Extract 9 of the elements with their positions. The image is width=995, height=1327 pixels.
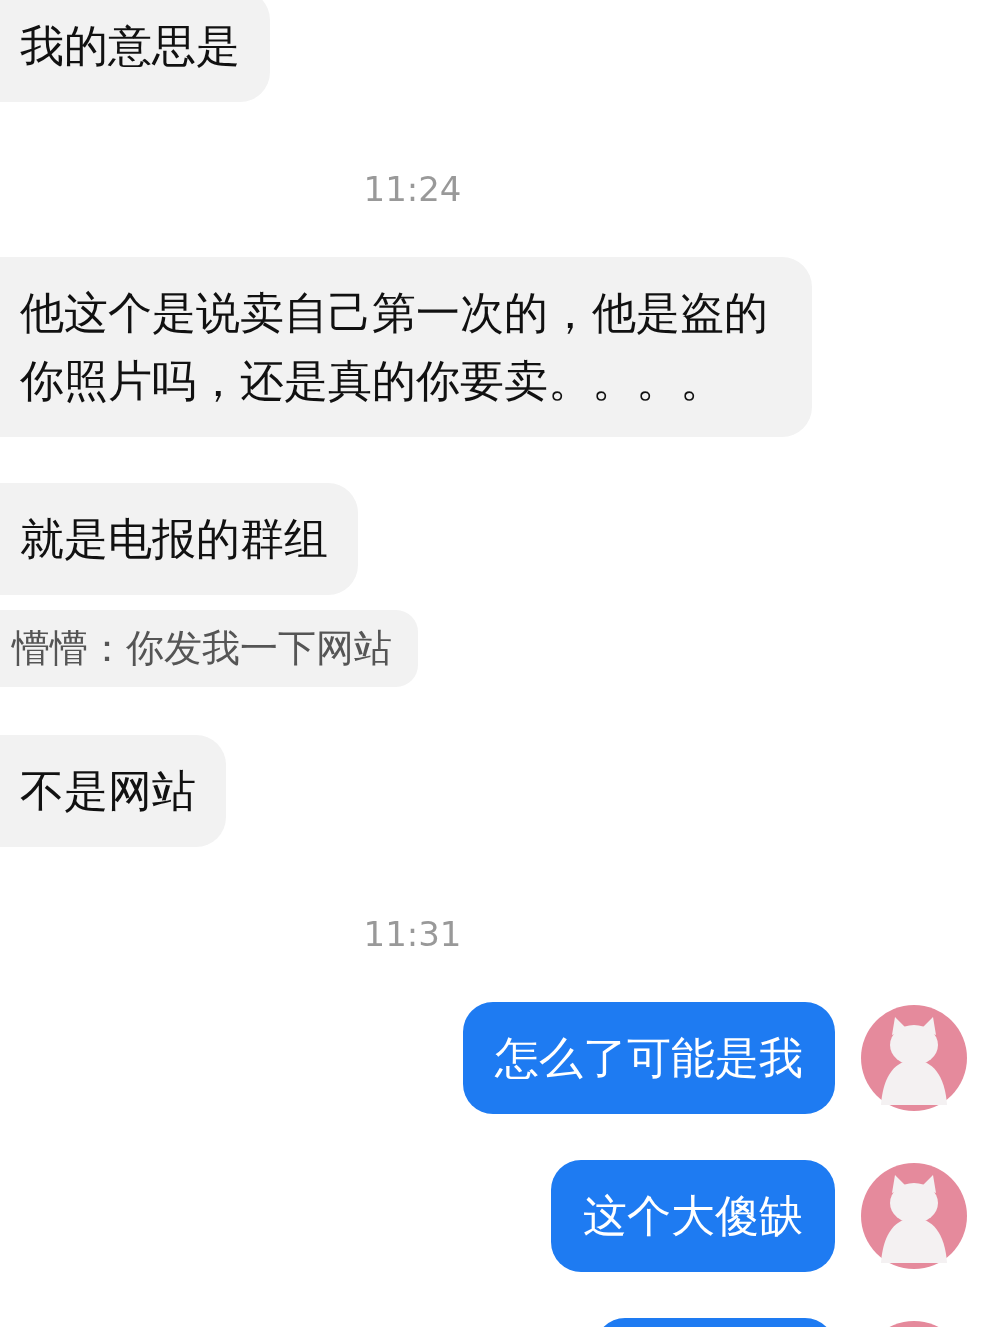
message-bubble: 我的意思是 bbox=[0, 0, 270, 102]
message-bubble: 他这个是说卖自己第一次的，他是盗的你照片吗，还是真的你要卖。。。。 bbox=[0, 257, 812, 437]
message-bubble: 就是电报的群组 bbox=[0, 483, 358, 595]
timestamp: 11:31 bbox=[363, 913, 462, 955]
quoted-message: 懵懵：你发我一下网站 bbox=[0, 610, 418, 687]
message-bubble: 这个大傻缺 bbox=[551, 1160, 835, 1272]
message-bubble: 不是网站 bbox=[0, 735, 226, 847]
message-bubble: 怎么了可能是我 bbox=[463, 1002, 835, 1114]
timestamp: 11:24 bbox=[363, 168, 462, 210]
